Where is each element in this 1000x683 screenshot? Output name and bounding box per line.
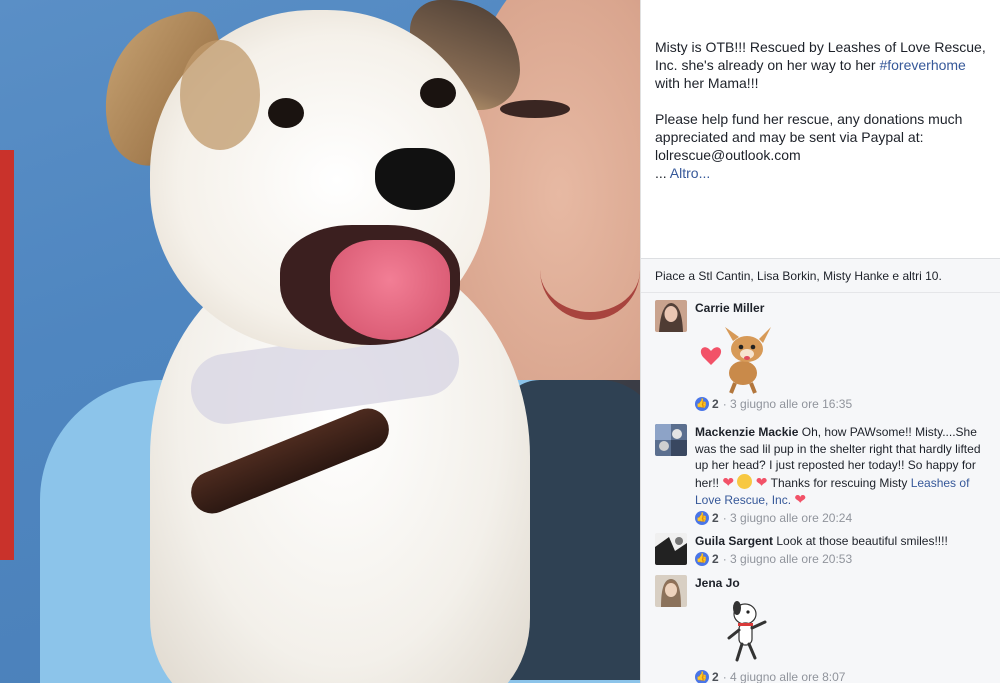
smile-emoji-icon xyxy=(737,473,753,489)
comment-author[interactable]: Carrie Miller xyxy=(695,301,764,315)
comment: Mackenzie Mackie Oh, how PAWsome!! Misty… xyxy=(655,424,985,525)
dog-eye-left xyxy=(268,98,304,128)
comment: Carrie Miller 👍 2 · 3 giugno alle ore 16… xyxy=(655,300,985,411)
post-caption: Misty is OTB!!! Rescued by Leashes of Lo… xyxy=(641,0,1000,258)
reaction-count[interactable]: 2 xyxy=(712,552,719,566)
dog-eye-right xyxy=(420,78,456,108)
dancing-dog-sticker-art xyxy=(727,600,767,661)
heart-emoji-icon: ❤ xyxy=(794,491,807,507)
comment-author[interactable]: Jena Jo xyxy=(695,576,740,590)
reaction-count[interactable]: 2 xyxy=(712,511,719,525)
comment-meta: 👍 2 · 3 giugno alle ore 20:24 xyxy=(695,510,985,525)
heart-chihuahua-sticker-icon[interactable] xyxy=(695,323,785,395)
comment-meta: 👍 2 · 3 giugno alle ore 16:35 xyxy=(695,396,985,411)
caption-paragraph-1: Misty is OTB!!! Rescued by Leashes of Lo… xyxy=(655,38,986,92)
comment-time[interactable]: 3 giugno alle ore 20:53 xyxy=(730,552,852,566)
background-red-strip xyxy=(0,150,14,560)
like-thumb-icon: 👍 xyxy=(695,551,709,566)
comment-text: Thanks for rescuing Misty xyxy=(767,475,911,490)
avatar-jena-icon xyxy=(655,575,687,607)
comment-meta: 👍 2 · 4 giugno alle ore 8:07 xyxy=(695,669,985,683)
avatar[interactable] xyxy=(655,575,687,607)
see-more-link[interactable]: Altro... xyxy=(670,165,710,181)
avatar-mackenzie-icon xyxy=(655,424,687,456)
comment-time[interactable]: 3 giugno alle ore 16:35 xyxy=(730,397,852,411)
person-eye xyxy=(500,100,570,118)
comment-meta: 👍 2 · 3 giugno alle ore 20:53 xyxy=(695,551,985,566)
comment: Jena Jo 👍 2 · 4 giugno alle ore 8:07 xyxy=(655,575,985,683)
caption-text: with her Mama!!! xyxy=(655,75,759,91)
like-thumb-icon: 👍 xyxy=(695,396,709,411)
avatar[interactable] xyxy=(655,533,687,565)
avatar-guila-icon xyxy=(655,533,687,565)
comment-text: Look at those beautiful smiles!!!! xyxy=(776,534,948,548)
comment-time[interactable]: 4 giugno alle ore 8:07 xyxy=(730,670,845,683)
avatar-carrie-icon xyxy=(655,300,687,332)
meta-separator: · xyxy=(722,510,731,525)
post-photo[interactable] xyxy=(0,0,640,683)
hashtag-link[interactable]: #foreverhome xyxy=(879,57,965,73)
like-thumb-icon: 👍 xyxy=(695,510,709,525)
dog-eye-patch xyxy=(180,40,260,150)
avatar[interactable] xyxy=(655,300,687,332)
meta-separator: · xyxy=(722,669,731,683)
more-prefix: ... xyxy=(655,165,670,181)
heart-emoji-icon: ❤ xyxy=(722,473,735,490)
caption-text: Please help fund her rescue, any donatio… xyxy=(655,111,963,163)
caption-paragraph-2: Please help fund her rescue, any donatio… xyxy=(655,110,986,182)
meta-separator: · xyxy=(722,396,731,411)
meta-separator: · xyxy=(722,551,731,566)
likes-summary[interactable]: Piace a Stl Cantin, Lisa Borkin, Misty H… xyxy=(641,259,1000,293)
comment-author[interactable]: Mackenzie Mackie xyxy=(695,425,798,439)
comment-body: Mackenzie Mackie Oh, how PAWsome!! Misty… xyxy=(695,424,985,509)
comment-author[interactable]: Guila Sargent xyxy=(695,534,773,548)
reaction-count[interactable]: 2 xyxy=(712,670,719,683)
reaction-count[interactable]: 2 xyxy=(712,397,719,411)
dog-tongue xyxy=(330,240,450,340)
comment: Guila Sargent Look at those beautiful sm… xyxy=(655,533,985,566)
chihuahua-sticker-art xyxy=(700,326,771,394)
comment-time[interactable]: 3 giugno alle ore 20:24 xyxy=(730,511,852,525)
like-thumb-icon: 👍 xyxy=(695,669,709,683)
heart-emoji-icon: ❤ xyxy=(755,473,768,490)
dancing-dog-sticker-icon[interactable] xyxy=(715,598,775,668)
dog-nose xyxy=(375,148,455,210)
post-side-panel: Misty is OTB!!! Rescued by Leashes of Lo… xyxy=(640,0,1000,683)
comment-body: Guila Sargent Look at those beautiful sm… xyxy=(695,533,985,550)
avatar[interactable] xyxy=(655,424,687,456)
